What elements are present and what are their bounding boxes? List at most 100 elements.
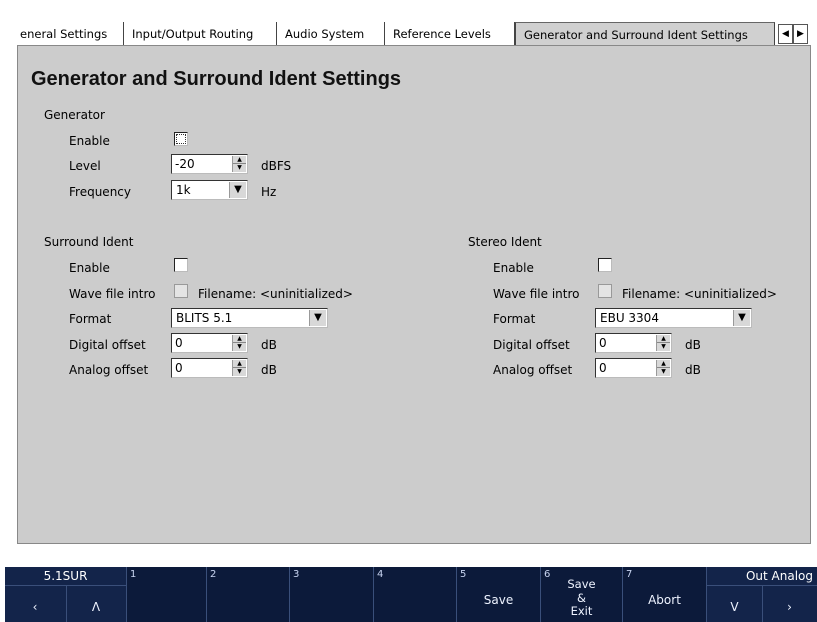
save-exit-line-2: & [577, 591, 586, 605]
save-and-exit-button[interactable]: 6 Save & Exit [541, 567, 623, 622]
generator-frequency-value: 1k [176, 183, 191, 197]
stereo-enable-label: Enable [493, 261, 534, 275]
generator-enable-label: Enable [69, 134, 110, 148]
tab-general-settings[interactable]: eneral Settings [12, 22, 124, 46]
softkey-out-analog[interactable]: Out Analog V › [707, 567, 817, 622]
tab-reference-levels[interactable]: Reference Levels [385, 22, 515, 46]
stereo-digital-offset-value: 0 [599, 336, 607, 350]
surround-analog-offset-spinner[interactable]: 0 ▲ ▼ [171, 358, 248, 378]
generator-level-value: -20 [175, 157, 195, 171]
generator-enable-checkbox[interactable] [174, 132, 188, 146]
arrow-up-icon[interactable]: Λ [66, 600, 126, 614]
arrow-right-icon[interactable]: ▶ [793, 24, 808, 44]
stereo-analog-offset-value: 0 [599, 361, 607, 375]
softkey-number: 4 [377, 569, 384, 580]
softkey-1[interactable]: 1 [127, 567, 207, 622]
save-exit-line-1: Save [567, 577, 596, 591]
abort-button[interactable]: 7 Abort [623, 567, 707, 622]
softkey-label: Out Analog [745, 569, 813, 583]
surround-wave-intro-checkbox[interactable] [174, 284, 188, 298]
stereo-ident-heading: Stereo Ident [468, 235, 542, 249]
generator-level-unit: dBFS [261, 159, 292, 173]
surround-filename-label: Filename: <uninitialized> [198, 287, 353, 301]
spin-up-icon[interactable]: ▲ [233, 156, 246, 164]
softkey-3[interactable]: 3 [290, 567, 374, 622]
tab-audio-system[interactable]: Audio System [277, 22, 385, 46]
arrow-left-icon[interactable]: ◀ [778, 24, 793, 44]
spinner-buttons: ▲ ▼ [232, 335, 246, 351]
generator-frequency-unit: Hz [261, 185, 277, 199]
softkey-2[interactable]: 2 [207, 567, 290, 622]
tab-generator-surround-ident[interactable]: Generator and Surround Ident Settings [515, 22, 775, 46]
stereo-analog-offset-unit: dB [685, 363, 701, 377]
spin-down-icon[interactable]: ▼ [657, 343, 670, 351]
spin-down-icon[interactable]: ▼ [233, 164, 246, 172]
surround-wave-intro-label: Wave file intro [69, 287, 156, 301]
stereo-digital-offset-label: Digital offset [493, 338, 570, 352]
spinner-buttons: ▲ ▼ [656, 335, 670, 351]
softkey-label: 5.1SUR [43, 569, 88, 583]
surround-digital-offset-unit: dB [261, 338, 277, 352]
page-title: Generator and Surround Ident Settings [31, 68, 402, 90]
save-label: Save [483, 593, 514, 607]
softkey-5-1-sur[interactable]: 5.1SUR ‹ Λ [5, 567, 127, 622]
surround-enable-checkbox[interactable] [174, 258, 188, 272]
surround-format-label: Format [69, 312, 112, 326]
stereo-digital-offset-unit: dB [685, 338, 701, 352]
stereo-digital-offset-spinner[interactable]: 0 ▲ ▼ [595, 333, 672, 353]
stereo-format-select[interactable]: EBU 3304 ▼ [595, 308, 752, 328]
generator-level-label: Level [69, 159, 101, 173]
spin-up-icon[interactable]: ▲ [657, 335, 670, 343]
surround-format-value: BLITS 5.1 [176, 311, 233, 325]
surround-digital-offset-label: Digital offset [69, 338, 146, 352]
softkey-number: 7 [626, 569, 633, 580]
spin-up-icon[interactable]: ▲ [233, 360, 246, 368]
settings-panel: Generator and Surround Ident Settings Ge… [17, 45, 811, 544]
softkey-number: 5 [460, 569, 467, 580]
surround-enable-label: Enable [69, 261, 110, 275]
surround-digital-offset-value: 0 [175, 336, 183, 350]
surround-analog-offset-label: Analog offset [69, 363, 149, 377]
spinner-buttons: ▲ ▼ [232, 360, 246, 376]
softkey-bar: 5.1SUR ‹ Λ 1 2 3 4 5 Save 6 Save & Exit [5, 567, 817, 622]
abort-label: Abort [648, 593, 681, 607]
tab-bar: eneral Settings Input/Output Routing Aud… [12, 22, 812, 46]
tab-input-output-routing[interactable]: Input/Output Routing [124, 22, 277, 46]
arrow-left-icon[interactable]: ‹ [5, 600, 65, 614]
stereo-enable-checkbox[interactable] [598, 258, 612, 272]
surround-ident-heading: Surround Ident [44, 235, 134, 249]
surround-digital-offset-spinner[interactable]: 0 ▲ ▼ [171, 333, 248, 353]
softkey-number: 2 [210, 569, 217, 580]
spin-down-icon[interactable]: ▼ [233, 368, 246, 376]
spin-up-icon[interactable]: ▲ [233, 335, 246, 343]
spinner-buttons: ▲ ▼ [232, 156, 246, 172]
spinner-buttons: ▲ ▼ [656, 360, 670, 376]
softkey-4[interactable]: 4 [374, 567, 457, 622]
surround-analog-offset-value: 0 [175, 361, 183, 375]
save-button[interactable]: 5 Save [457, 567, 541, 622]
surround-analog-offset-unit: dB [261, 363, 277, 377]
stereo-wave-intro-label: Wave file intro [493, 287, 580, 301]
dropdown-arrow-icon[interactable]: ▼ [733, 310, 750, 326]
softkey-number: 3 [293, 569, 300, 580]
generator-frequency-label: Frequency [69, 185, 131, 199]
generator-frequency-select[interactable]: 1k ▼ [171, 180, 248, 200]
save-exit-line-3: Exit [570, 604, 593, 618]
spin-down-icon[interactable]: ▼ [233, 343, 246, 351]
arrow-right-icon[interactable]: › [762, 600, 817, 614]
dropdown-arrow-icon[interactable]: ▼ [229, 182, 246, 198]
stereo-format-value: EBU 3304 [600, 311, 659, 325]
spin-down-icon[interactable]: ▼ [657, 368, 670, 376]
arrow-down-icon[interactable]: V [707, 600, 762, 614]
stereo-analog-offset-label: Analog offset [493, 363, 573, 377]
stereo-analog-offset-spinner[interactable]: 0 ▲ ▼ [595, 358, 672, 378]
dropdown-arrow-icon[interactable]: ▼ [309, 310, 326, 326]
generator-level-spinner[interactable]: -20 ▲ ▼ [171, 154, 248, 174]
stereo-format-label: Format [493, 312, 536, 326]
surround-format-select[interactable]: BLITS 5.1 ▼ [171, 308, 328, 328]
generator-heading: Generator [44, 108, 105, 122]
app-window: eneral Settings Input/Output Routing Aud… [0, 0, 817, 622]
stereo-wave-intro-checkbox[interactable] [598, 284, 612, 298]
stereo-filename-label: Filename: <uninitialized> [622, 287, 777, 301]
spin-up-icon[interactable]: ▲ [657, 360, 670, 368]
